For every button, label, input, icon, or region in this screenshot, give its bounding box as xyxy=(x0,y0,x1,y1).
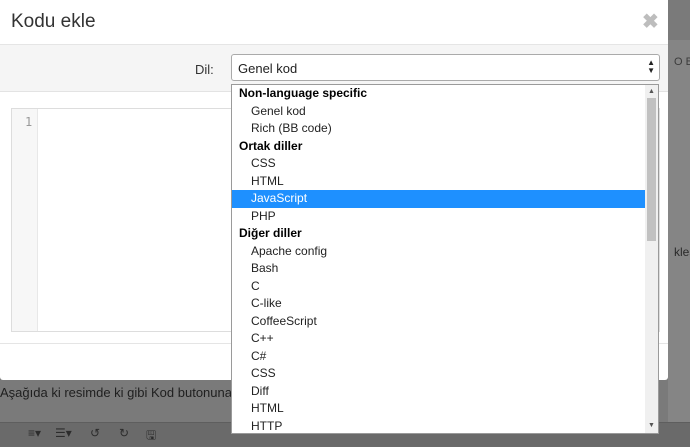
dropdown-option[interactable]: Diff xyxy=(232,383,646,401)
dropdown-option[interactable]: JavaScript xyxy=(232,190,646,208)
dropdown-option[interactable]: C++ xyxy=(232,330,646,348)
dropdown-option[interactable]: C# xyxy=(232,348,646,366)
dropdown-option[interactable]: PHP xyxy=(232,208,646,226)
dropdown-scrollbar[interactable]: ▲ ▼ xyxy=(645,85,658,433)
dropdown-group-label: Ortak diller xyxy=(239,138,303,153)
select-arrows-icon: ▲ ▼ xyxy=(647,58,655,75)
dropdown-option[interactable]: HTML xyxy=(232,173,646,191)
close-icon[interactable]: ✖ xyxy=(642,12,659,32)
dropdown-option[interactable]: Bash xyxy=(232,260,646,278)
modal-header: Kodu ekle ✖ xyxy=(0,0,668,45)
background-right-strip xyxy=(668,40,690,445)
language-label: Dil: xyxy=(195,62,214,77)
dropdown-option[interactable]: Genel kod xyxy=(232,103,646,121)
redo-icon: ↻ xyxy=(119,426,130,440)
dropdown-option[interactable]: CSS xyxy=(232,155,646,173)
align-icon: ≡▾ xyxy=(28,426,42,440)
dropdown-option[interactable]: HTML xyxy=(232,400,646,418)
list-icon: ☰▾ xyxy=(55,426,72,440)
dropdown-options: Non-language specific Genel kod Rich (BB c… xyxy=(232,85,646,434)
modal-title: Kodu ekle xyxy=(11,11,96,32)
scroll-up-icon[interactable]: ▲ xyxy=(648,88,655,95)
background-text: Aşağıda ki resimde ki gibi Kod butonuna … xyxy=(0,385,251,400)
dropdown-option[interactable]: HTTP xyxy=(232,418,646,434)
background-text: O Beğ xyxy=(674,56,690,68)
language-select[interactable]: Genel kod ▲ ▼ xyxy=(231,54,660,81)
line-number: 1 xyxy=(25,115,33,129)
scrollbar-thumb[interactable] xyxy=(647,98,656,241)
undo-icon: ↺ xyxy=(90,426,101,440)
dropdown-option[interactable]: C xyxy=(232,278,646,296)
language-dropdown-list[interactable]: Non-language specific Genel kod Rich (BB c… xyxy=(231,84,659,434)
language-select-value: Genel kod xyxy=(238,61,298,76)
dropdown-option[interactable]: CoffeeScript xyxy=(232,313,646,331)
dropdown-group-label: Non-language specific xyxy=(239,86,368,100)
dropdown-option[interactable]: Rich (BB code) xyxy=(232,120,646,138)
scroll-down-icon[interactable]: ▼ xyxy=(648,422,655,429)
dropdown-option[interactable]: Apache config xyxy=(232,243,646,261)
background-text: kleş xyxy=(674,245,690,259)
dropdown-option[interactable]: CSS xyxy=(232,365,646,383)
dropdown-group-label: Diğer diller xyxy=(239,226,302,240)
line-gutter: 1 xyxy=(12,109,38,331)
dropdown-option[interactable]: C-like xyxy=(232,295,646,313)
save-icon: 🖫 xyxy=(146,428,157,442)
